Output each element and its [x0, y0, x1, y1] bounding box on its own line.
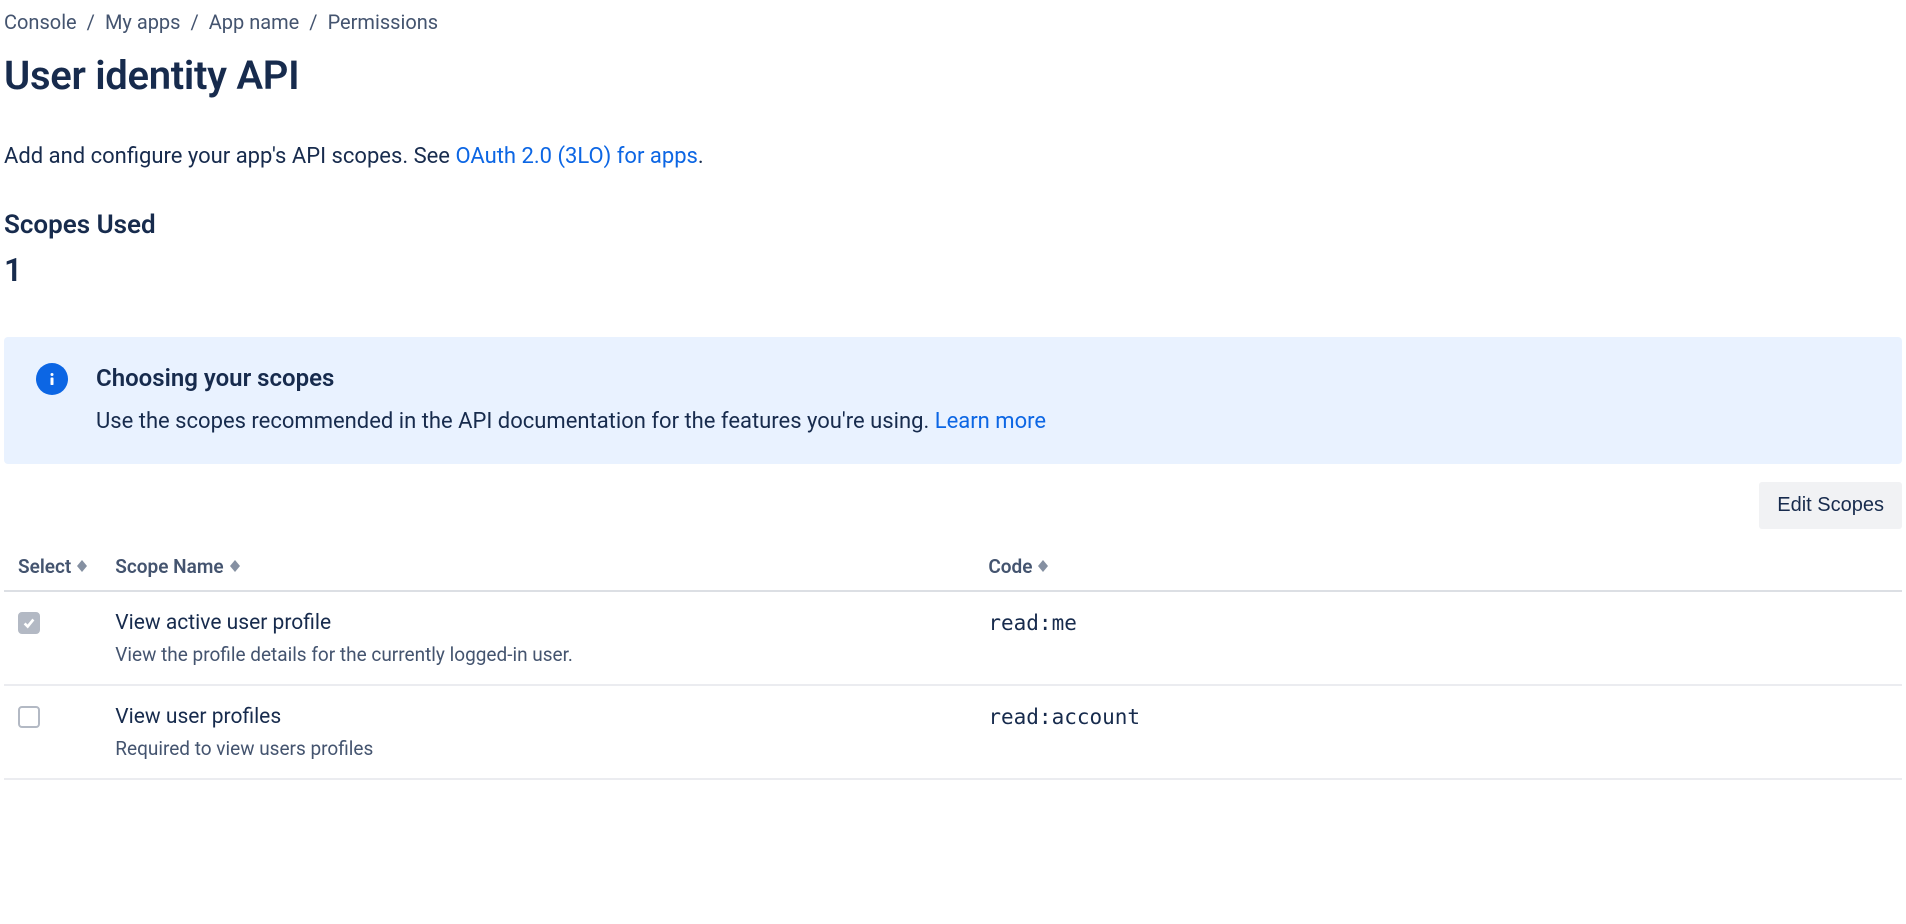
column-header-code-label: Code — [988, 553, 1032, 581]
column-header-scope-name-label: Scope Name — [115, 553, 223, 581]
scopes-table: Select Scope Name Co — [4, 543, 1902, 781]
scope-checkbox — [18, 612, 40, 634]
scope-name: View user profiles — [115, 702, 960, 732]
scope-description: Required to view users profiles — [115, 735, 960, 763]
oauth-docs-link[interactable]: OAuth 2.0 (3LO) for apps — [455, 144, 697, 169]
page-title: User identity API — [4, 47, 1902, 105]
scope-name: View active user profile — [115, 608, 960, 638]
column-header-code[interactable]: Code — [988, 553, 1048, 581]
breadcrumb-item-console[interactable]: Console — [4, 8, 77, 37]
table-row: View active user profile View the profile… — [4, 591, 1902, 685]
breadcrumb: Console / My apps / App name / Permissio… — [4, 4, 1902, 39]
sort-icon — [230, 560, 240, 572]
breadcrumb-separator: / — [190, 8, 198, 37]
sort-icon — [1038, 560, 1048, 572]
info-title: Choosing your scopes — [96, 361, 1874, 396]
breadcrumb-item-app-name[interactable]: App name — [209, 8, 300, 37]
intro-suffix: . — [698, 144, 704, 169]
edit-scopes-button[interactable]: Edit Scopes — [1759, 482, 1902, 529]
breadcrumb-separator: / — [87, 8, 95, 37]
sort-icon — [77, 560, 87, 572]
scope-code: read:account — [988, 705, 1140, 729]
scopes-used-label: Scopes Used — [4, 207, 1902, 245]
learn-more-link[interactable]: Learn more — [935, 409, 1046, 434]
scope-description: View the profile details for the current… — [115, 641, 960, 669]
scopes-used-count: 1 — [4, 247, 1902, 293]
breadcrumb-separator: / — [309, 8, 317, 37]
info-icon — [36, 363, 68, 395]
intro-text: Add and configure your app's API scopes.… — [4, 141, 1902, 173]
intro-prefix: Add and configure your app's API scopes.… — [4, 144, 455, 169]
column-header-select[interactable]: Select — [18, 553, 87, 581]
column-header-scope-name[interactable]: Scope Name — [115, 553, 239, 581]
info-text: Use the scopes recommended in the API do… — [96, 406, 1874, 438]
info-panel: Choosing your scopes Use the scopes reco… — [4, 337, 1902, 464]
column-header-select-label: Select — [18, 553, 71, 581]
table-row: View user profiles Required to view users… — [4, 685, 1902, 779]
scope-checkbox[interactable] — [18, 706, 40, 728]
breadcrumb-item-permissions[interactable]: Permissions — [328, 8, 439, 37]
scope-code: read:me — [988, 611, 1077, 635]
info-text-prefix: Use the scopes recommended in the API do… — [96, 409, 935, 434]
breadcrumb-item-my-apps[interactable]: My apps — [105, 8, 181, 37]
